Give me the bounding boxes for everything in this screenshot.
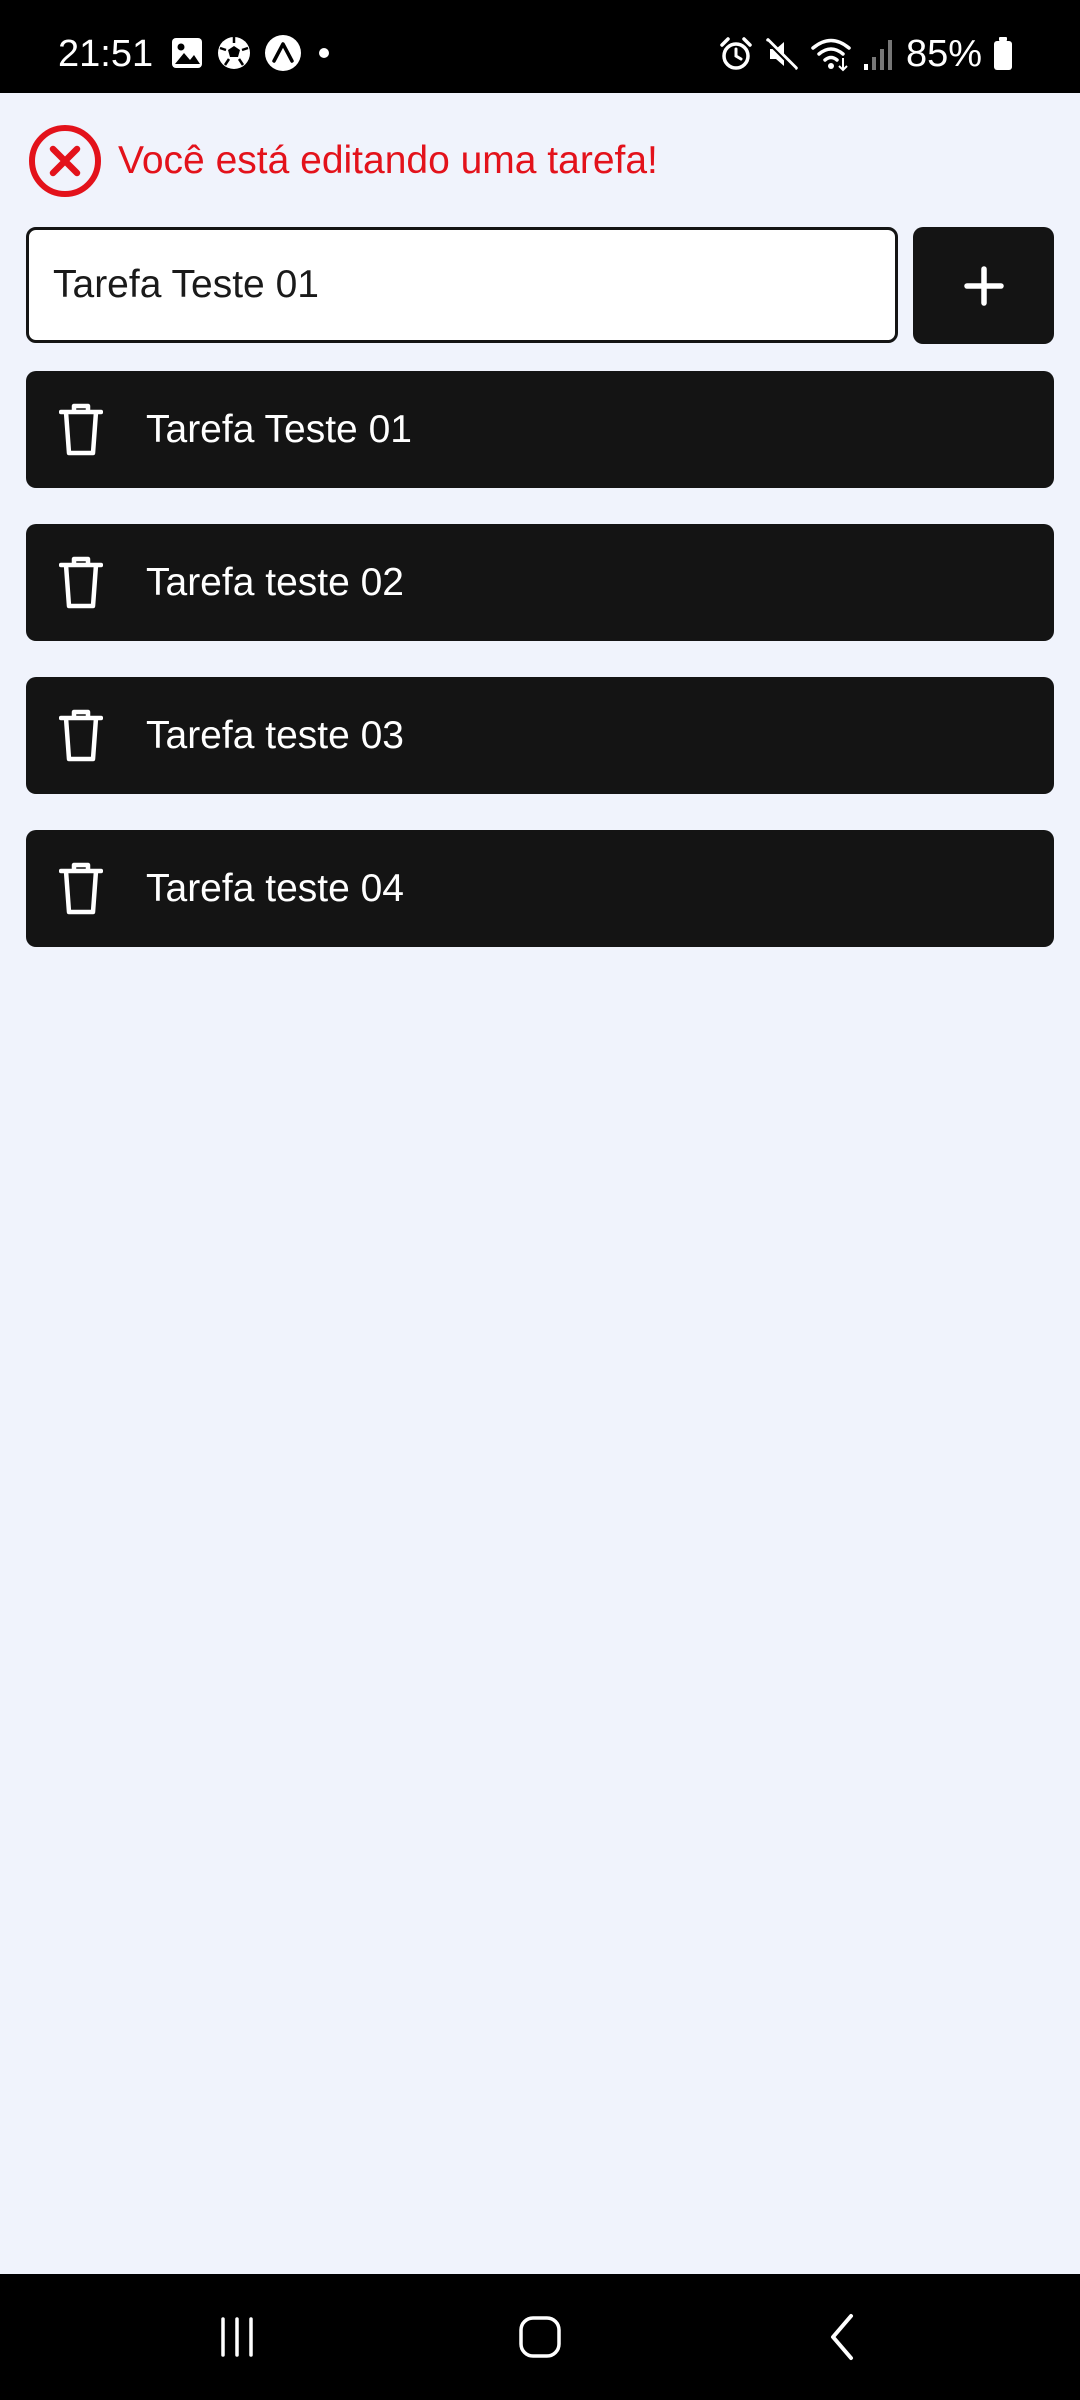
- delete-task-button[interactable]: [56, 861, 106, 917]
- gallery-icon: [170, 36, 204, 70]
- back-icon: [831, 2314, 853, 2360]
- battery-percent: 85%: [905, 33, 982, 75]
- task-item[interactable]: Tarefa teste 02: [26, 524, 1054, 641]
- editing-banner: Você está editando uma tarefa!: [28, 124, 658, 198]
- recent-apps-button[interactable]: [167, 2274, 307, 2400]
- dot-icon: [314, 43, 334, 63]
- task-label: Tarefa teste 04: [146, 866, 404, 910]
- back-button[interactable]: [773, 2274, 913, 2400]
- task-label: Tarefa Teste 01: [146, 407, 412, 451]
- status-bar: 21:51 85%: [0, 0, 1080, 93]
- delete-task-button[interactable]: [56, 708, 106, 764]
- trash-icon: [59, 556, 103, 608]
- task-item[interactable]: Tarefa Teste 01: [26, 371, 1054, 488]
- cancel-edit-button[interactable]: [28, 124, 102, 198]
- wifi-icon: [810, 36, 852, 72]
- soccer-ball-icon: [216, 35, 252, 71]
- task-label: Tarefa teste 02: [146, 560, 404, 604]
- navigation-bar: [0, 2274, 1080, 2400]
- task-label: Tarefa teste 03: [146, 713, 404, 757]
- recent-apps-icon: [221, 2317, 253, 2357]
- home-icon: [519, 2316, 561, 2358]
- task-list: Tarefa Teste 01 Tarefa teste 02 Tarefa t…: [26, 371, 1054, 983]
- delete-task-button[interactable]: [56, 402, 106, 458]
- close-circle-icon: [29, 125, 101, 197]
- status-left-icons: [170, 34, 334, 72]
- status-time: 21:51: [58, 33, 154, 75]
- mute-icon: [764, 36, 800, 72]
- trash-icon: [59, 403, 103, 455]
- editing-message: Você está editando uma tarefa!: [118, 139, 658, 182]
- task-item[interactable]: Tarefa teste 04: [26, 830, 1054, 947]
- task-item[interactable]: Tarefa teste 03: [26, 677, 1054, 794]
- status-right-icons: 85%: [718, 30, 1014, 78]
- home-button[interactable]: [470, 2274, 610, 2400]
- plus-icon: [963, 265, 1004, 306]
- add-task-button[interactable]: [913, 227, 1054, 344]
- trash-icon: [59, 709, 103, 761]
- trash-icon: [59, 862, 103, 914]
- delete-task-button[interactable]: [56, 555, 106, 611]
- signal-icon: [862, 36, 896, 72]
- expo-icon: [264, 34, 302, 72]
- task-input[interactable]: [26, 227, 898, 343]
- battery-icon: [992, 36, 1014, 72]
- alarm-icon: [718, 36, 754, 72]
